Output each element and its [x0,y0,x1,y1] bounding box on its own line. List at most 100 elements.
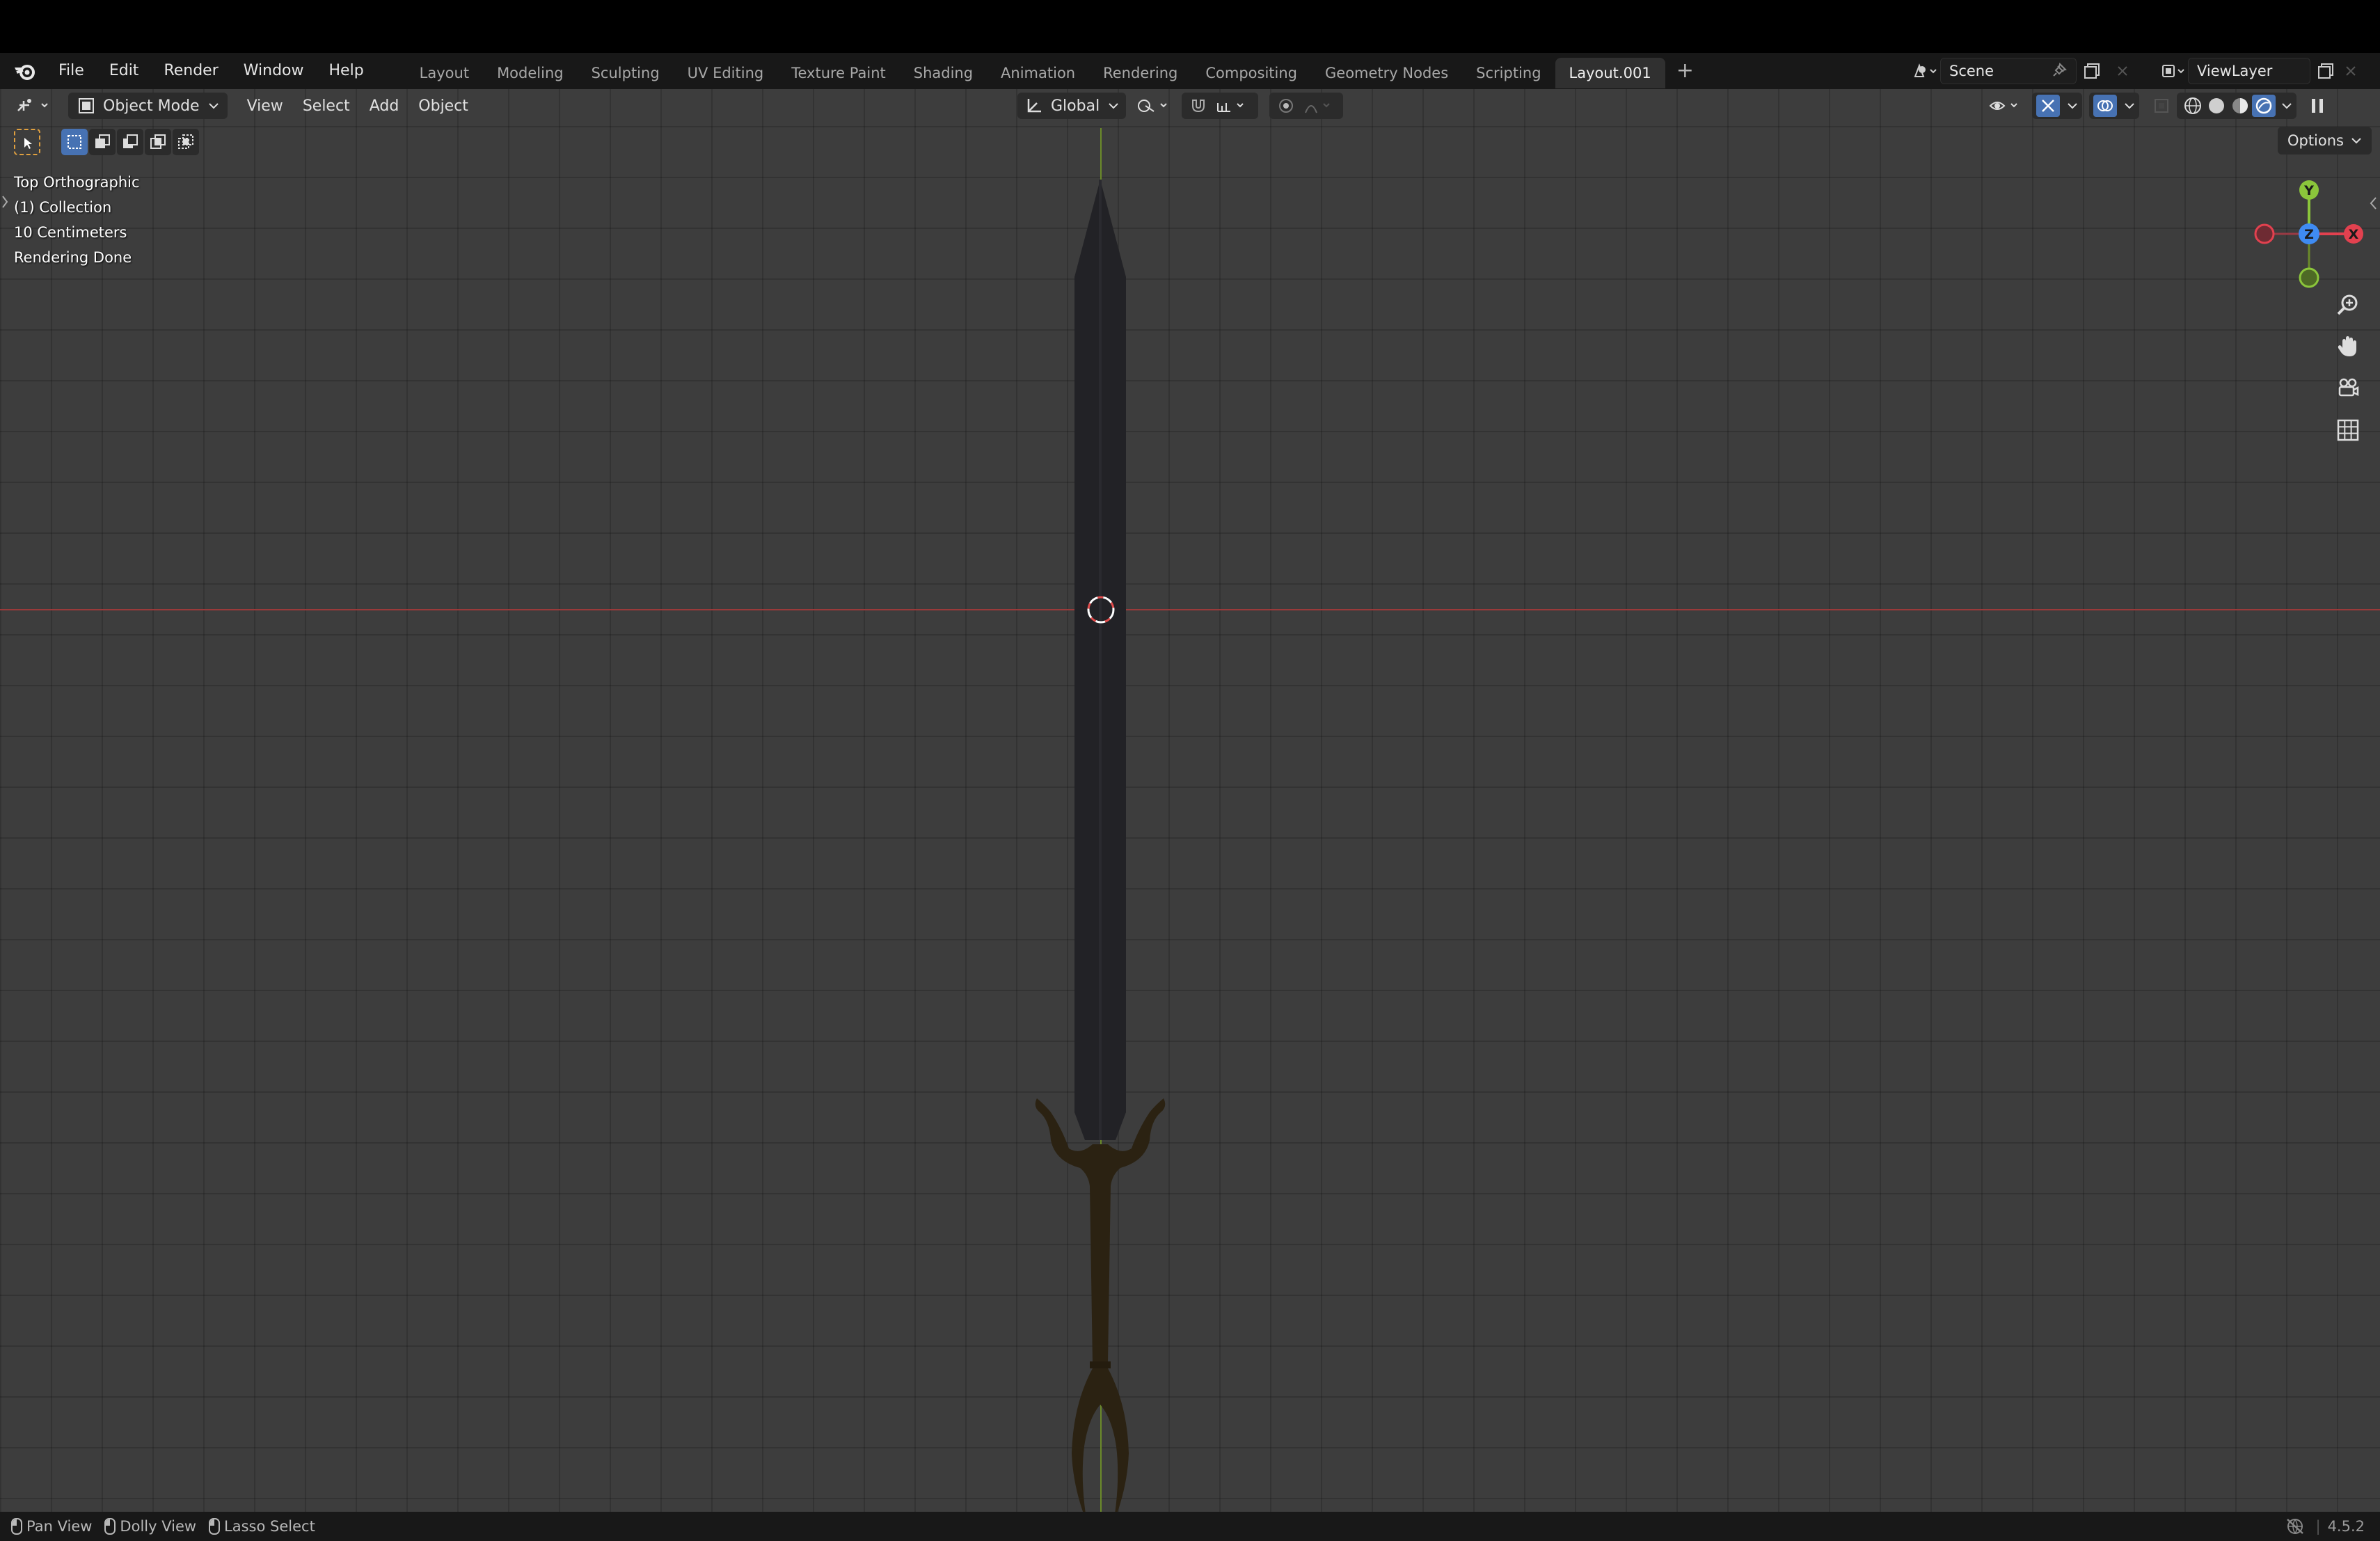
menu-edit[interactable]: Edit [97,53,152,89]
menu-help[interactable]: Help [317,53,376,89]
menu-view[interactable]: View [237,97,293,115]
snap-magnet-icon[interactable] [1189,96,1208,116]
falloff-icon[interactable] [1303,96,1336,116]
toolbar-toggle-icon[interactable] [1,193,8,210]
mouse-right-icon [209,1518,221,1535]
tab-modeling[interactable]: Modeling [483,58,578,88]
sword-pommel[interactable] [1072,1368,1129,1512]
view-layer-browse-icon[interactable] [2157,58,2188,84]
x-axis-line [0,609,2380,610]
top-black-band [0,0,2380,53]
render-status: Rendering Done [14,249,132,266]
shading-modes [2177,93,2296,119]
selectability-visibility-icon[interactable] [1985,93,2029,119]
lasso-select-label: Lasso Select [224,1518,315,1535]
3d-cursor-icon[interactable] [1084,593,1118,626]
view-layer-name-field[interactable]: ViewLayer [2188,58,2310,84]
tab-geometry-nodes[interactable]: Geometry Nodes [1311,58,1462,88]
3d-viewport[interactable]: Object Mode View Select Add Object Globa… [0,89,2380,1512]
solid-shading-icon[interactable] [2205,95,2228,117]
add-workspace-button[interactable]: + [1665,54,1705,88]
active-collection: (1) Collection [14,199,112,216]
gizmo-neg-x[interactable] [2254,223,2275,244]
select-mode-extend-icon[interactable] [89,129,116,155]
tab-layout[interactable]: Layout [406,58,483,88]
gizmo-toggle[interactable] [2032,93,2082,119]
rendered-shading-icon[interactable] [2252,95,2276,117]
overlays-icon [2093,95,2117,117]
pin-icon[interactable] [2052,62,2068,81]
select-mode-invert-icon[interactable] [145,129,171,155]
menu-select[interactable]: Select [293,97,360,115]
menu-add[interactable]: Add [360,97,409,115]
select-mode-intersect-icon[interactable] [173,129,199,155]
version-info: | 4.5.2 [2285,1512,2365,1541]
viewport-overlay-text: Top Orthographic (1) Collection 10 Centi… [14,170,140,270]
wireframe-shading-icon[interactable] [2181,95,2205,117]
object-mode-dropdown[interactable]: Object Mode [68,93,228,119]
snapping-controls [1182,93,1259,119]
select-mode-subtract-icon[interactable] [117,129,143,155]
proportional-editing-icon[interactable] [1276,96,1296,116]
gizmo-neg-y[interactable] [2299,267,2319,288]
camera-view-icon[interactable] [2333,373,2363,404]
scene-browse-icon[interactable] [1910,58,1940,84]
tab-animation[interactable]: Animation [987,58,1089,88]
chevron-down-icon [208,103,219,109]
new-scene-icon[interactable] [2077,58,2107,84]
mouse-left-icon [11,1518,22,1535]
status-bar: Pan View Dolly View Lasso Select | 4.5.2 [0,1512,2380,1541]
select-mode-new-icon[interactable] [61,129,88,155]
xray-toggle-icon[interactable] [2149,93,2174,119]
overlays-toggle[interactable] [2089,93,2139,119]
editor-type-icon[interactable] [0,95,63,116]
chevron-down-icon [2351,138,2361,144]
sword-grip[interactable] [1090,1186,1111,1363]
transform-orientation-label: Global [1051,97,1100,115]
tab-rendering[interactable]: Rendering [1089,58,1191,88]
transform-orientation-dropdown[interactable]: Global [1017,93,1127,119]
status-dolly-view: Dolly View [104,1518,196,1535]
view-layer-selector: ViewLayer [2157,57,2361,85]
pan-view-label: Pan View [26,1518,93,1535]
object-mode-icon [79,98,94,113]
tab-uv-editing[interactable]: UV Editing [674,58,778,88]
workspace-tabs: Layout Modeling Sculpting UV Editing Tex… [406,53,1705,89]
tab-layout-001[interactable]: Layout.001 [1555,58,1665,88]
chevron-down-icon [1109,103,1118,109]
zoom-icon[interactable] [2333,290,2363,320]
options-dropdown[interactable]: Options [2277,127,2372,155]
pause-render-icon[interactable] [2303,93,2331,119]
navigation-gizmo[interactable]: Y X Z [2246,171,2372,297]
select-box-tool-icon[interactable] [14,129,40,155]
snap-increment-icon[interactable] [1215,96,1251,116]
object-mode-label: Object Mode [103,97,200,115]
status-lasso-select: Lasso Select [209,1518,315,1535]
menu-object[interactable]: Object [408,97,478,115]
pan-hand-icon[interactable] [2333,331,2363,362]
delete-view-layer-icon[interactable] [2341,58,2361,84]
tab-compositing[interactable]: Compositing [1191,58,1311,88]
tab-scripting[interactable]: Scripting [1462,58,1555,88]
sidebar-toggle-icon[interactable] [2369,195,2377,212]
new-view-layer-icon[interactable] [2310,58,2341,84]
toggle-ortho-grid-icon[interactable] [2333,415,2363,445]
scene-name: Scene [1949,63,1994,79]
menu-window[interactable]: Window [231,53,317,89]
tab-shading[interactable]: Shading [900,58,987,88]
sword-object[interactable] [1016,180,1183,1512]
blender-logo-icon[interactable] [11,57,39,85]
tab-texture-paint[interactable]: Texture Paint [777,58,900,88]
menu-file[interactable]: File [54,53,97,89]
gizmo-icon [2036,95,2060,117]
transform-tools: Global [1017,93,1344,119]
version-label: 4.5.2 [2327,1518,2365,1535]
material-preview-icon[interactable] [2228,95,2252,117]
options-label: Options [2287,132,2344,149]
scene-name-field[interactable]: Scene [1940,58,2077,84]
tab-sculpting[interactable]: Sculpting [578,58,674,88]
menu-render[interactable]: Render [151,53,230,89]
delete-scene-icon[interactable] [2107,58,2138,84]
pivot-point-icon[interactable] [1133,93,1177,119]
grid-scale: 10 Centimeters [14,224,127,241]
